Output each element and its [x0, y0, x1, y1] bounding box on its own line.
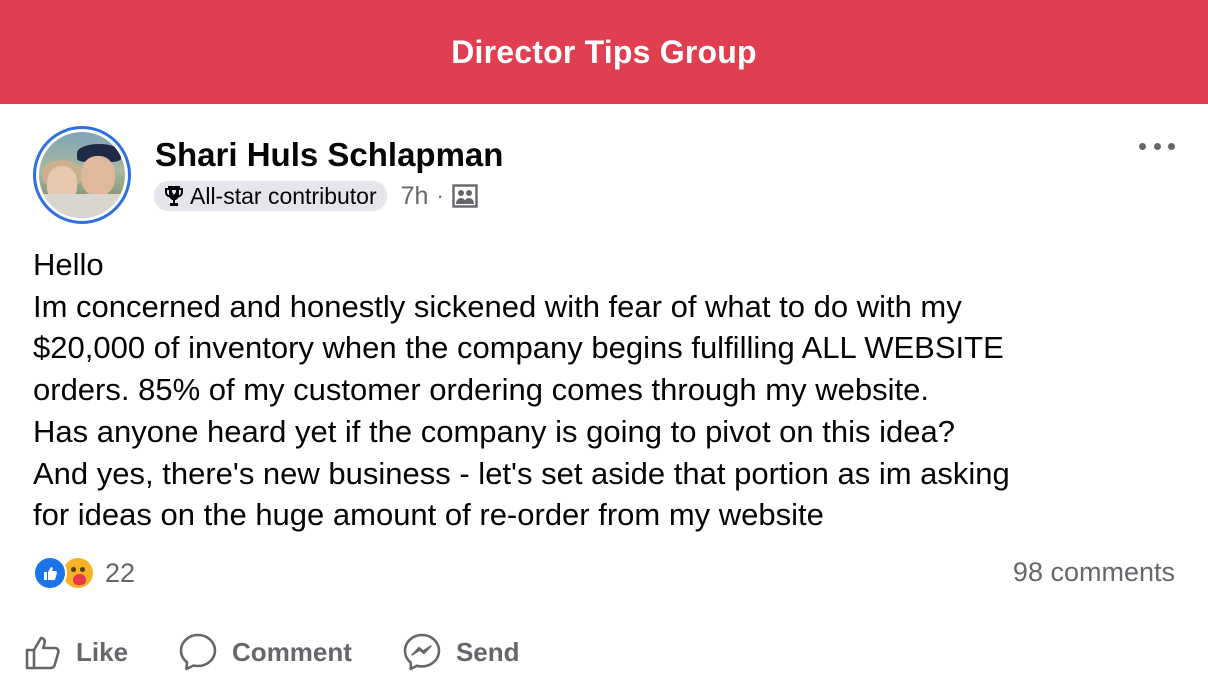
messenger-icon	[403, 633, 441, 671]
author-avatar[interactable]	[33, 126, 131, 224]
group-icon	[452, 184, 478, 208]
group-title[interactable]: Director Tips Group	[451, 34, 756, 71]
badge-label: All-star contributor	[190, 182, 377, 209]
post-line: Im concerned and honestly sickened with …	[33, 288, 962, 324]
like-label: Like	[76, 636, 129, 667]
like-reaction-icon	[33, 556, 67, 590]
author-name[interactable]: Shari Huls Schlapman	[155, 136, 503, 174]
avatar-photo	[39, 132, 125, 218]
post-time[interactable]: 7h	[401, 182, 429, 211]
post-line: Hello	[33, 247, 104, 282]
post-line: Has anyone heard yet if the company is g…	[33, 413, 955, 449]
contributor-badge[interactable]: All-star contributor	[154, 181, 387, 211]
action-bar: Like Comment Send	[24, 630, 520, 674]
post-meta: All-star contributor 7h ·	[154, 180, 478, 212]
like-icon	[25, 636, 60, 670]
reactions-summary[interactable]: 22	[33, 556, 135, 590]
send-button[interactable]: Send	[402, 632, 520, 672]
post-line: $20,000 of inventory when the company be…	[33, 330, 1004, 366]
comment-button[interactable]: Comment	[178, 632, 352, 672]
trophy-icon	[165, 186, 183, 206]
post-line: And yes, there's new business - let's se…	[33, 455, 1010, 491]
post-line: for ideas on the huge amount of re-order…	[33, 497, 824, 533]
post-body: Hello Im concerned and honestly sickened…	[33, 244, 1193, 536]
post-line: orders. 85% of my customer ordering come…	[33, 372, 929, 408]
comment-icon	[179, 633, 217, 671]
comments-count[interactable]: 98 comments	[1013, 557, 1175, 588]
more-dot	[1153, 142, 1161, 150]
more-dot	[1139, 142, 1146, 150]
send-label: Send	[455, 636, 520, 667]
like-button[interactable]: Like	[24, 633, 128, 671]
comment-label: Comment	[232, 636, 352, 667]
more-dot	[1168, 142, 1175, 150]
meta-separator: ·	[436, 183, 444, 208]
reaction-count: 22	[105, 557, 136, 588]
group-header: Director Tips Group	[0, 0, 1208, 104]
more-options-button[interactable]	[1139, 138, 1175, 154]
